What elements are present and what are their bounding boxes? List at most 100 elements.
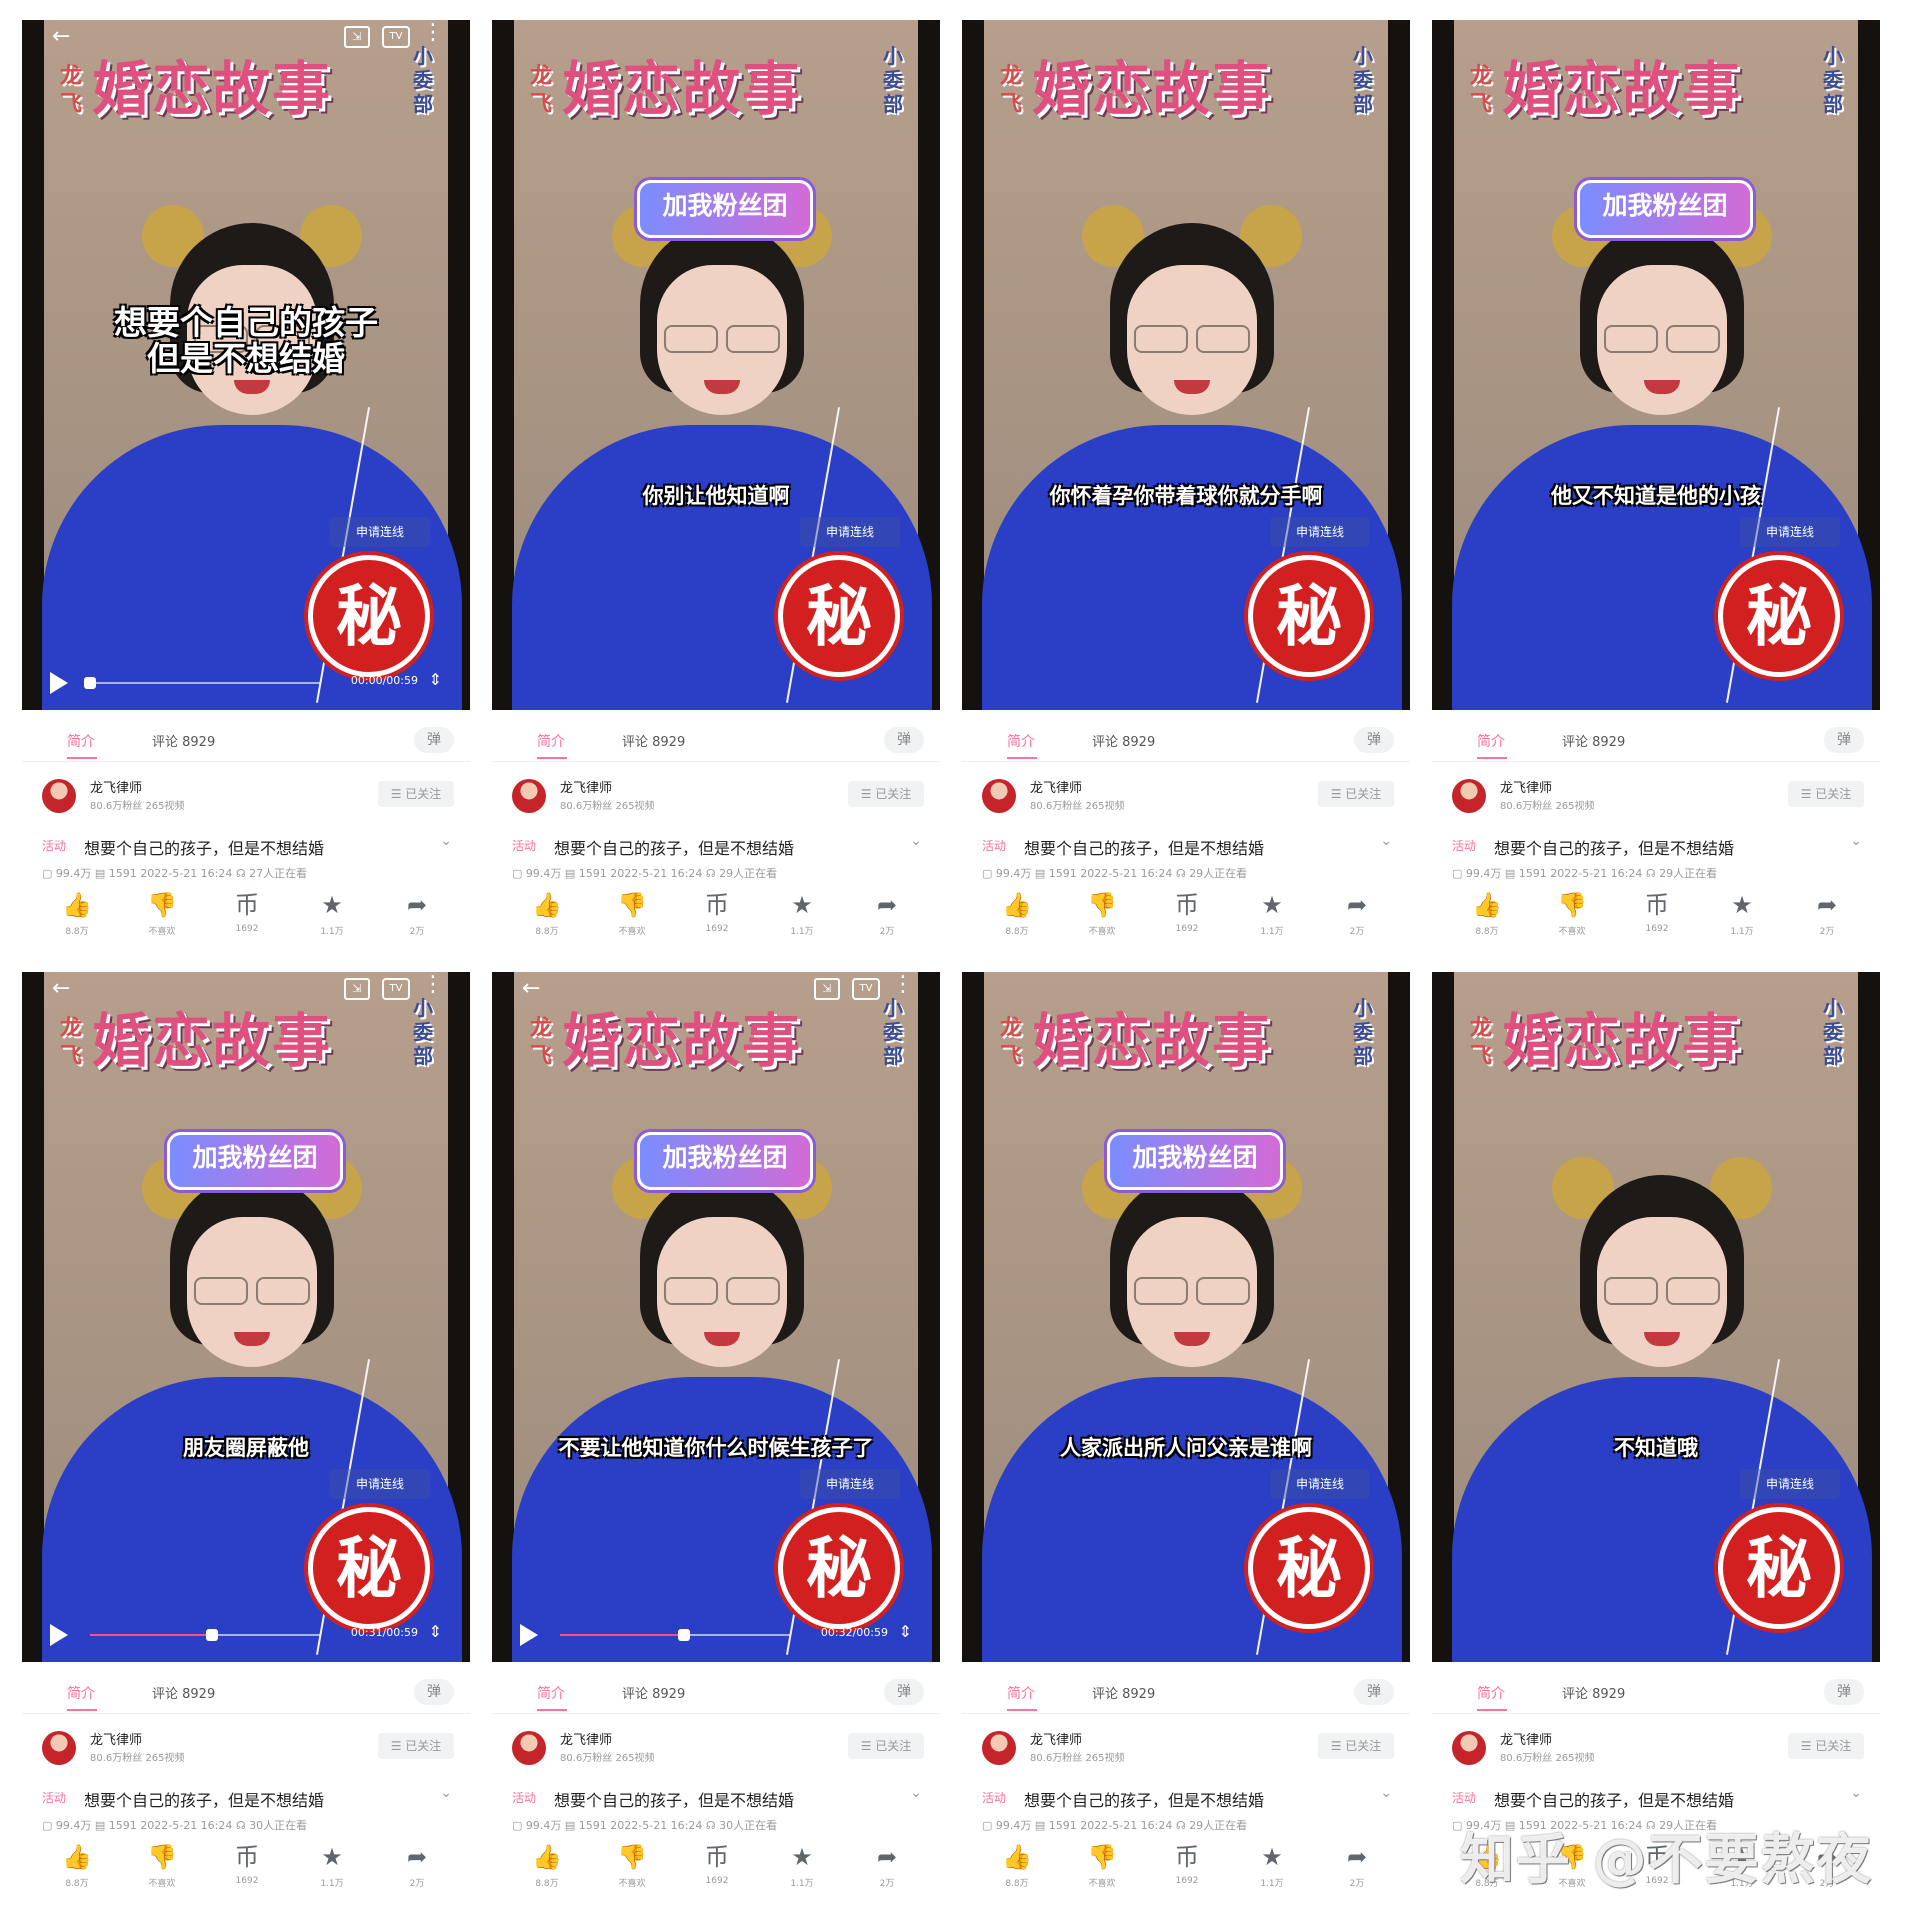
danmaku-toggle-icon[interactable]: 弹 [884,727,924,753]
fan-club-badge[interactable]: 加我粉丝团 [637,1132,813,1190]
share-button[interactable]: ➦ 2万 [1792,890,1862,937]
apply-connect-button[interactable]: 申请连线 [330,517,430,547]
more-icon[interactable]: ⋮ [422,20,444,45]
followed-button[interactable]: ☰ 已关注 [1318,1733,1394,1759]
coin-button[interactable]: 币 1692 [1152,1842,1222,1886]
coin-button[interactable]: 币 1692 [682,890,752,934]
back-arrow-icon[interactable]: ← [52,24,70,49]
avatar[interactable] [982,779,1016,813]
tv-cast-icon[interactable]: TV [382,978,410,1000]
favorite-button[interactable]: ★ 1.1万 [767,890,837,937]
author-name[interactable]: 龙飞律师 [90,1729,142,1748]
share-button[interactable]: ➦ 2万 [852,1842,922,1889]
play-icon[interactable] [50,1624,68,1646]
tv-cast-icon[interactable]: TV [852,978,880,1000]
tab-intro[interactable]: 简介 [67,1683,97,1711]
author-name[interactable]: 龙飞律师 [1030,1729,1082,1748]
share-button[interactable]: ➦ 2万 [382,1842,452,1889]
player-progress-bar[interactable]: 00:00/00:59 ⇕ [50,670,442,696]
apply-connect-button[interactable]: 申请连线 [1270,1469,1370,1499]
tab-comments[interactable]: 评论 8929 [1562,1683,1625,1702]
dislike-button[interactable]: 👎 不喜欢 [1067,1842,1137,1889]
progress-knob[interactable] [205,1629,218,1641]
author-name[interactable]: 龙飞律师 [560,1729,612,1748]
tab-intro[interactable]: 简介 [1007,1683,1037,1711]
video-player[interactable]: 龙飞 婚恋故事 小委部 加我粉丝团 你别让他知道啊 申请连线秘 [492,20,940,710]
favorite-button[interactable]: ★ 1.1万 [297,1842,367,1889]
more-icon[interactable]: ⋮ [422,972,444,997]
progress-track[interactable] [560,1629,790,1641]
fan-club-badge[interactable]: 加我粉丝团 [167,1132,343,1190]
dislike-button[interactable]: 👎 不喜欢 [1067,890,1137,937]
avatar[interactable] [1452,1731,1486,1765]
tab-comments[interactable]: 评论 8929 [152,731,215,750]
play-icon[interactable] [50,672,68,694]
fullscreen-toggle-icon[interactable]: ⇕ [429,670,442,689]
like-button[interactable]: 👍 8.8万 [982,890,1052,937]
favorite-button[interactable]: ★ 1.1万 [767,1842,837,1889]
avatar[interactable] [1452,779,1486,813]
apply-connect-button[interactable]: 申请连线 [1740,1469,1840,1499]
chevron-down-icon[interactable]: ⌄ [1850,1785,1862,1801]
player-progress-bar[interactable]: 00:32/00:59 ⇕ [520,1622,912,1648]
favorite-button[interactable]: ★ 1.1万 [1237,890,1307,937]
pip-icon[interactable]: ⇲ [814,978,840,1000]
dislike-button[interactable]: 👎 不喜欢 [597,1842,667,1889]
chevron-down-icon[interactable]: ⌄ [910,833,922,849]
video-player[interactable]: 龙飞 婚恋故事 小委部 加我粉丝团 朋友圈屏蔽他 申请连线秘 ← ⇲ TV ⋮ 00:31/00:5… [22,972,470,1662]
fan-club-badge[interactable]: 加我粉丝团 [1577,180,1753,238]
tab-intro[interactable]: 简介 [67,731,97,759]
like-button[interactable]: 👍 8.8万 [512,890,582,937]
coin-button[interactable]: 币 1692 [212,1842,282,1886]
author-name[interactable]: 龙飞律师 [1030,777,1082,796]
like-button[interactable]: 👍 8.8万 [42,890,112,937]
author-name[interactable]: 龙飞律师 [1500,777,1552,796]
play-icon[interactable] [520,1624,538,1646]
dislike-button[interactable]: 👎 不喜欢 [597,890,667,937]
fullscreen-toggle-icon[interactable]: ⇕ [429,1622,442,1641]
avatar[interactable] [982,1731,1016,1765]
danmaku-toggle-icon[interactable]: 弹 [1824,1679,1864,1705]
coin-button[interactable]: 币 1692 [212,890,282,934]
chevron-down-icon[interactable]: ⌄ [1380,833,1392,849]
apply-connect-button[interactable]: 申请连线 [800,1469,900,1499]
avatar[interactable] [42,1731,76,1765]
more-icon[interactable]: ⋮ [892,972,914,997]
coin-button[interactable]: 币 1692 [1622,890,1692,934]
followed-button[interactable]: ☰ 已关注 [1788,781,1864,807]
share-button[interactable]: ➦ 2万 [852,890,922,937]
fullscreen-toggle-icon[interactable]: ⇕ [899,1622,912,1641]
back-arrow-icon[interactable]: ← [52,976,70,1001]
apply-connect-button[interactable]: 申请连线 [1740,517,1840,547]
tab-comments[interactable]: 评论 8929 [1092,731,1155,750]
video-player[interactable]: 龙飞 婚恋故事 小委部 想要个自己的孩子 但是不想结婚 申请连线秘 ← ⇲ TV ⋮ 00:00/… [22,20,470,710]
like-button[interactable]: 👍 8.8万 [982,1842,1052,1889]
pip-icon[interactable]: ⇲ [344,26,370,48]
danmaku-toggle-icon[interactable]: 弹 [1824,727,1864,753]
danmaku-toggle-icon[interactable]: 弹 [884,1679,924,1705]
danmaku-toggle-icon[interactable]: 弹 [1354,1679,1394,1705]
tab-intro[interactable]: 简介 [537,731,567,759]
video-player[interactable]: 龙飞 婚恋故事 小委部 加我粉丝团 他又不知道是他的小孩 申请连线秘 [1432,20,1880,710]
share-button[interactable]: ➦ 2万 [1322,1842,1392,1889]
dislike-button[interactable]: 👎 不喜欢 [127,1842,197,1889]
apply-connect-button[interactable]: 申请连线 [1270,517,1370,547]
favorite-button[interactable]: ★ 1.1万 [297,890,367,937]
progress-track[interactable] [84,677,320,689]
dislike-button[interactable]: 👎 不喜欢 [127,890,197,937]
danmaku-toggle-icon[interactable]: 弹 [414,1679,454,1705]
dislike-button[interactable]: 👎 不喜欢 [1537,890,1607,937]
tab-comments[interactable]: 评论 8929 [1562,731,1625,750]
pip-icon[interactable]: ⇲ [344,978,370,1000]
author-name[interactable]: 龙飞律师 [90,777,142,796]
author-name[interactable]: 龙飞律师 [1500,1729,1552,1748]
player-progress-bar[interactable]: 00:31/00:59 ⇕ [50,1622,442,1648]
fan-club-badge[interactable]: 加我粉丝团 [637,180,813,238]
favorite-button[interactable]: ★ 1.1万 [1707,890,1777,937]
apply-connect-button[interactable]: 申请连线 [800,517,900,547]
tab-comments[interactable]: 评论 8929 [622,1683,685,1702]
followed-button[interactable]: ☰ 已关注 [1318,781,1394,807]
tab-intro[interactable]: 简介 [1007,731,1037,759]
tab-intro[interactable]: 简介 [537,1683,567,1711]
avatar[interactable] [512,1731,546,1765]
